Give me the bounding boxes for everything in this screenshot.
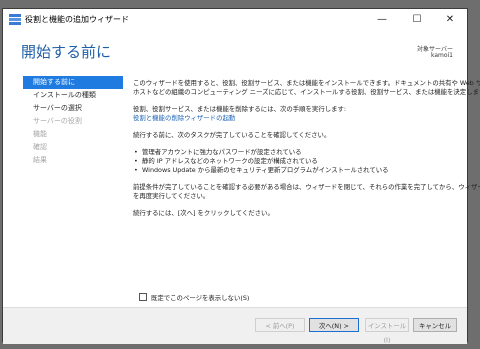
task-list: 管理者アカウントに強力なパスワードが設定されている 静的 IP アドレスなどのネ… [133, 148, 455, 175]
intro-text: このウィザードを使用すると、役割、役割サービス、または機能をインストールできます… [133, 79, 480, 97]
nav-item-before-you-begin[interactable]: 開始する前に [23, 76, 123, 89]
nav-item-confirmation: 確認 [33, 143, 47, 151]
skip-page-checkbox[interactable] [139, 293, 147, 301]
remove-wizard-link[interactable]: 役割と機能の削除ウィザードの起動 [133, 114, 455, 123]
nav-item-results: 結果 [33, 156, 47, 164]
task-item: Windows Update から最新のセキュリティ更新プログラムがインストール… [133, 166, 455, 175]
nav-item-server-selection[interactable]: サーバーの選択 [23, 102, 123, 115]
page-title: 開始する前に [21, 43, 112, 61]
next-button[interactable]: 次へ(N) > [309, 318, 359, 332]
prereq-line-2: を再度実行してください。 [133, 192, 210, 200]
wizard-window: 役割と機能の追加ウィザード — ☐ ✕ 開始する前に 対象サーバー kamoi1… [2, 8, 480, 344]
continue-text: 続行するには、[次へ] をクリックしてください。 [133, 209, 274, 217]
remove-section: 役割、役割サービス、または機能を削除するには、次の手順を実行します: 役割と機能… [133, 105, 455, 123]
nav-item-installation-type[interactable]: インストールの種類 [23, 89, 123, 102]
target-server-name: kamoi1 [430, 52, 453, 59]
nav-item-server-roles: サーバーの役割 [33, 117, 82, 125]
wizard-content: 開始する前に 対象サーバー kamoi1 開始する前に インストールの種類 サー… [3, 31, 480, 307]
prereq-line-1: 前提条件が完了していることを確認する必要がある場合は、ウィザードを閉じて、それら… [133, 183, 480, 191]
server-manager-icon [9, 14, 21, 25]
wizard-footer: < 前へ(P) 次へ(N) > インストール(I) キャンセル [3, 307, 467, 344]
task-item: 管理者アカウントに強力なパスワードが設定されている [133, 148, 455, 157]
task-item: 静的 IP アドレスなどのネットワークの設定が構成されている [133, 157, 455, 166]
install-button[interactable]: インストール(I) [365, 318, 409, 344]
maximize-button[interactable]: ☐ [402, 9, 432, 31]
wizard-header: 開始する前に 対象サーバー kamoi1 [3, 31, 467, 65]
minimize-button[interactable]: — [367, 9, 397, 31]
skip-page-label[interactable]: 既定でこのページを表示しない(S) [151, 294, 249, 302]
intro-line-1: このウィザードを使用すると、役割、役割サービス、または機能をインストールできます… [133, 79, 480, 87]
nav-item-features: 機能 [33, 130, 47, 138]
remove-text: 役割、役割サービス、または機能を削除するには、次の手順を実行します: [133, 105, 347, 113]
window-title: 役割と機能の追加ウィザード [25, 15, 129, 24]
close-button[interactable]: ✕ [435, 9, 465, 31]
title-bar[interactable]: 役割と機能の追加ウィザード — ☐ ✕ [3, 9, 467, 31]
wizard-nav: 開始する前に インストールの種類 サーバーの選択 サーバーの役割 機能 確認 結… [23, 76, 123, 167]
main-panel: このウィザードを使用すると、役割、役割サービス、または機能をインストールできます… [133, 79, 480, 226]
skip-page-option[interactable]: 既定でこのページを表示しない(S) [139, 293, 249, 302]
intro-line-2: ホストなどの組織のコンピューティング ニーズに応じて、インストールする役割、役割… [133, 88, 480, 96]
tasks-intro: 続行する前に、次のタスクが完了していることを確認してください。 [133, 131, 331, 139]
cancel-button[interactable]: キャンセル [413, 318, 457, 332]
previous-button[interactable]: < 前へ(P) [255, 318, 305, 332]
prereq-text: 前提条件が完了していることを確認する必要がある場合は、ウィザードを閉じて、それら… [133, 183, 480, 201]
